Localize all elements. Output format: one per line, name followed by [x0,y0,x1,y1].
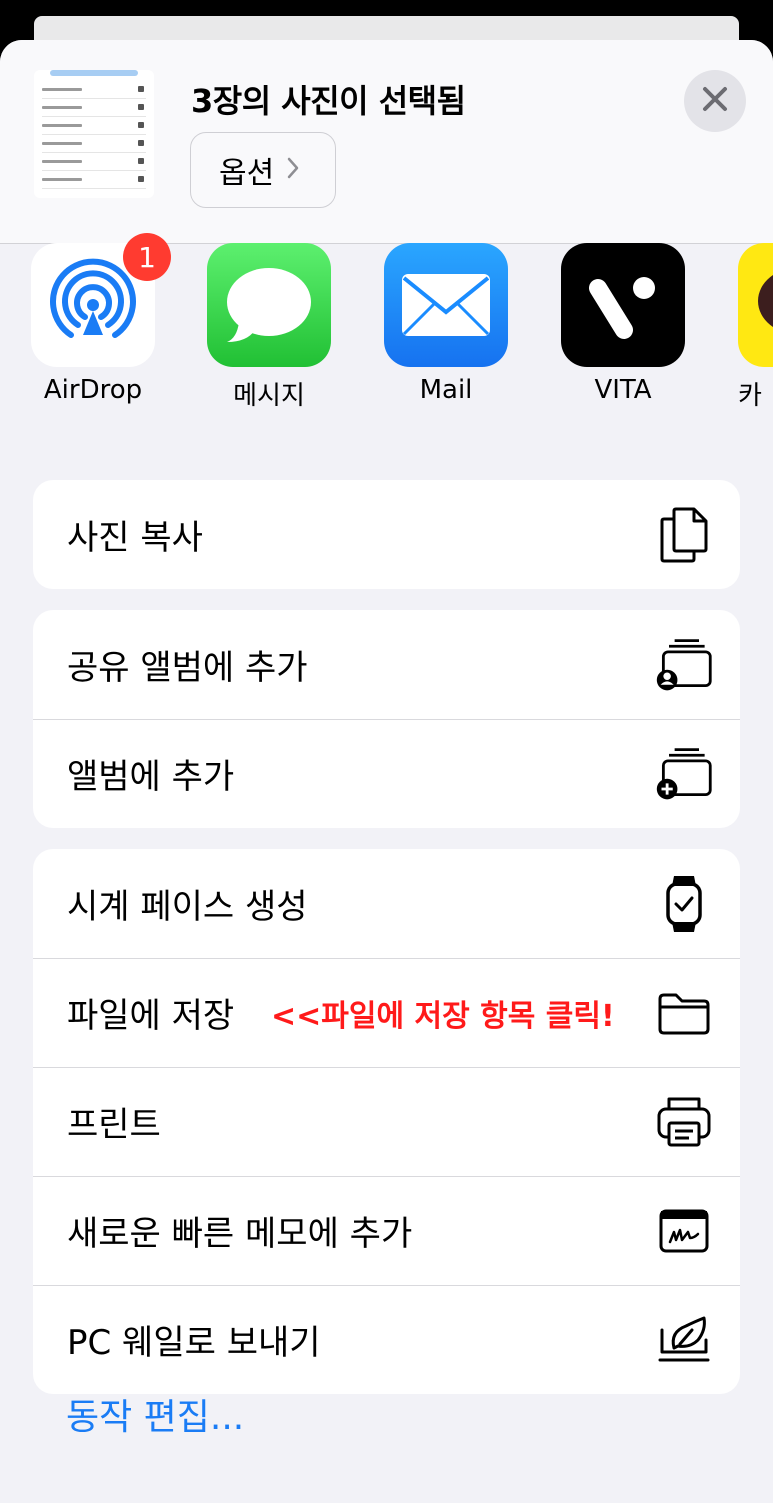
instruction-annotation: <<파일에 저장 항목 클릭! [271,998,615,1034]
action-watch-face[interactable]: 시계 페이스 생성 [33,849,740,958]
close-button[interactable] [684,70,746,132]
shared-album-icon [654,635,714,695]
watch-icon [654,874,714,934]
whale-send-icon [654,1310,714,1370]
action-add-shared-album[interactable]: 공유 앨범에 추가 [33,610,740,719]
printer-icon [654,1092,714,1152]
copy-icon [654,505,714,565]
action-label: 사진 복사 [67,518,203,558]
app-name: AirDrop [43,375,143,405]
vita-icon [561,243,685,367]
action-print[interactable]: 프린트 [33,1067,740,1176]
app-kakaotalk[interactable]: 카 [738,243,773,411]
notification-badge: 1 [123,233,171,281]
action-label: 파일에 저장 [67,996,235,1036]
folder-icon [654,983,714,1043]
action-add-album[interactable]: 앨범에 추가 [33,719,740,828]
app-messages[interactable]: 메시지 [207,243,331,411]
app-vita[interactable]: VITA [561,243,685,405]
edit-actions-link[interactable]: 동작 편집... [66,1388,244,1440]
app-name: VITA [594,375,652,405]
app-name: 메시지 [233,381,305,411]
action-copy-photos[interactable]: 사진 복사 [33,480,740,589]
action-quick-note[interactable]: 새로운 빠른 메모에 추가 [33,1176,740,1285]
app-name: 카 [738,381,762,411]
share-sheet-header: 3장의 사진이 선택됨 옵션 [0,40,773,244]
action-group-album: 공유 앨범에 추가 앨범에 추가 [33,610,740,828]
options-button[interactable]: 옵션 [190,132,336,208]
share-sheet: 3장의 사진이 선택됨 옵션 1 AirDrop 메시지 Mail VITA 카… [0,40,773,1503]
close-icon [702,86,728,116]
action-label: PC 웨일로 보내기 [67,1323,321,1363]
action-label: 앨범에 추가 [67,757,235,797]
action-group-copy: 사진 복사 [33,480,740,589]
airdrop-icon: 1 [31,233,171,367]
action-label: 공유 앨범에 추가 [67,648,308,688]
add-album-icon [654,744,714,804]
action-label: 시계 페이스 생성 [67,887,308,927]
sheet-title: 3장의 사진이 선택됨 [191,82,466,120]
quick-note-icon [654,1201,714,1261]
messages-icon [207,243,331,367]
mail-icon [384,243,508,367]
chevron-right-icon [286,156,300,184]
app-share-row: 1 AirDrop 메시지 Mail VITA 카 [0,233,773,433]
action-group-more: 시계 페이스 생성 파일에 저장 <<파일에 저장 항목 클릭! 프린트 새로운… [33,849,740,1394]
action-save-to-files[interactable]: 파일에 저장 <<파일에 저장 항목 클릭! [33,958,740,1067]
app-name: Mail [419,375,473,405]
options-label: 옵션 [219,156,275,191]
app-mail[interactable]: Mail [384,243,508,405]
action-send-pc-whale[interactable]: PC 웨일로 보내기 [33,1285,740,1394]
app-airdrop[interactable]: 1 AirDrop [31,233,171,405]
kakaotalk-icon [738,243,773,367]
action-label: 새로운 빠른 메모에 추가 [67,1214,413,1254]
action-label: 프린트 [67,1105,161,1145]
selected-photos-thumbnail [34,70,154,198]
